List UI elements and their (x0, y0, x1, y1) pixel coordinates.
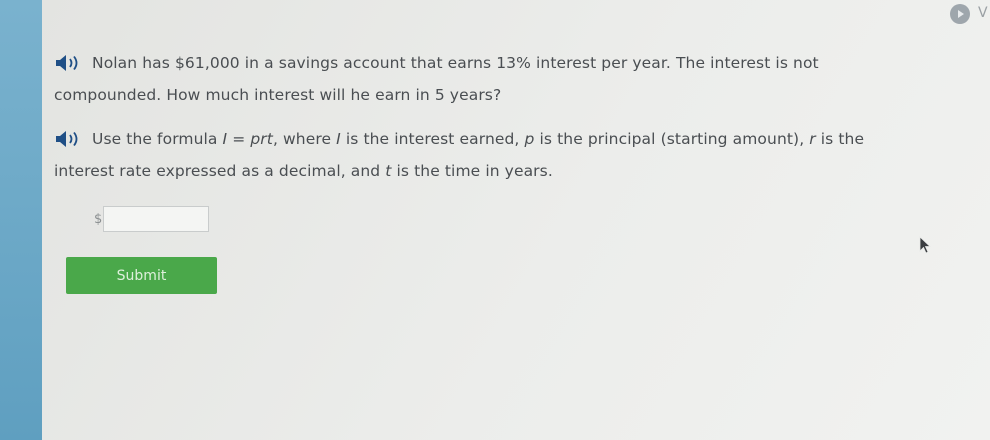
hint-part: is the principal (starting amount), (534, 130, 810, 148)
answer-input[interactable] (103, 206, 210, 232)
play-icon[interactable] (950, 4, 970, 24)
var-p: p (524, 130, 535, 148)
question-body: Nolan has $61,000 in a savings account t… (54, 54, 819, 104)
hint-part: Use the formula (92, 130, 223, 148)
corner-letter: V (978, 5, 988, 21)
hint-text: Use the formula I = prt, where I is the … (54, 123, 914, 187)
left-sidebar-strip (0, 0, 42, 440)
mouse-cursor-icon (919, 236, 932, 254)
question-text: Nolan has $61,000 in a savings account t… (54, 47, 914, 111)
formula: I = prt (222, 130, 273, 148)
currency-symbol: $ (94, 211, 103, 227)
hint-part: , where (272, 130, 337, 148)
answer-row: $ (94, 204, 210, 234)
hint-part: is the time in years. (391, 162, 553, 180)
hint-part: is the interest earned, (340, 130, 525, 148)
speaker-icon[interactable] (54, 54, 92, 72)
submit-button[interactable]: Submit (66, 257, 217, 294)
speaker-icon[interactable] (54, 130, 92, 148)
